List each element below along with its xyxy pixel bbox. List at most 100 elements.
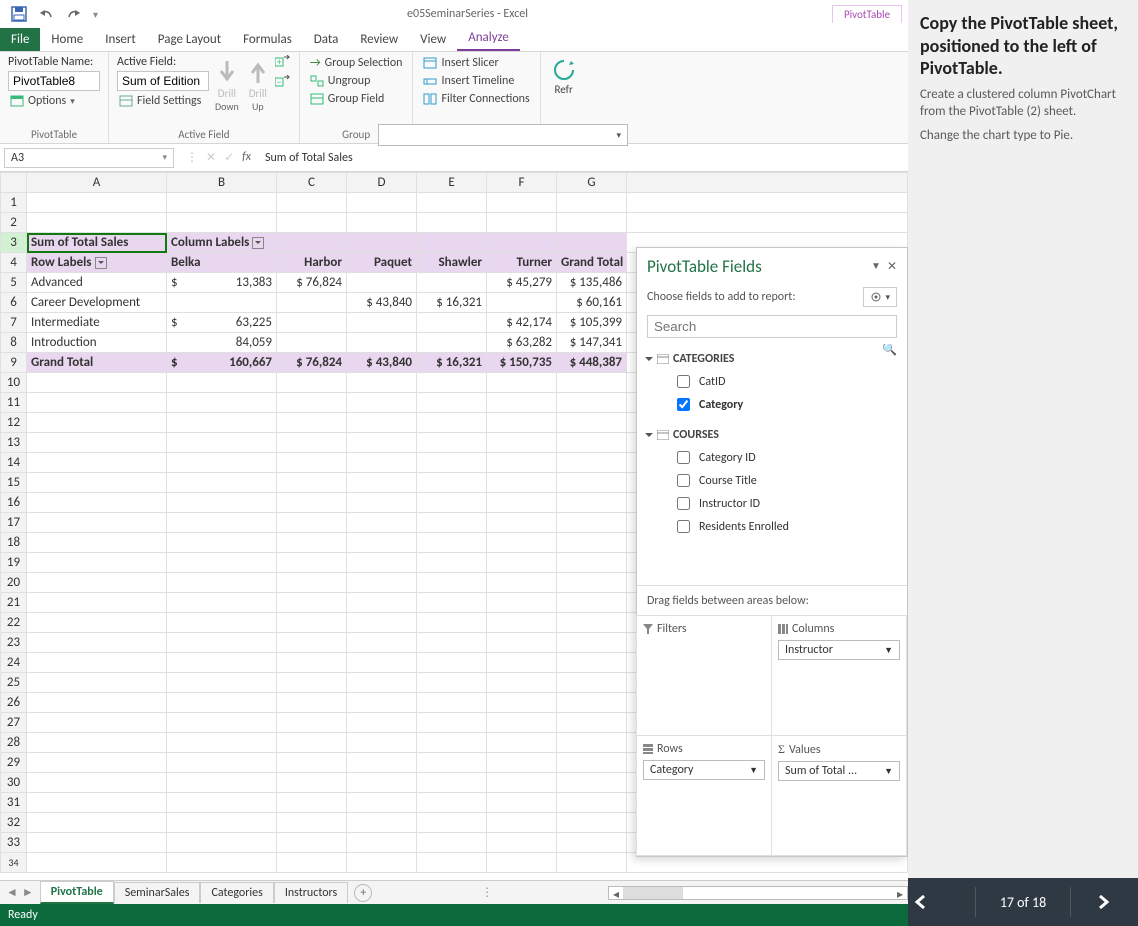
tab-file[interactable]: File	[0, 28, 40, 51]
cell[interactable]: 84,059	[167, 333, 277, 353]
cell[interactable]: $ 60,161	[557, 293, 627, 313]
cell[interactable]: $63,225	[167, 313, 277, 333]
cell[interactable]: Turner	[487, 253, 557, 273]
field-category-label[interactable]: Category	[699, 398, 743, 412]
row-header[interactable]: 13	[1, 433, 27, 453]
undo-icon[interactable]	[37, 7, 55, 21]
col-header-E[interactable]: E	[417, 173, 487, 193]
tab-data[interactable]: Data	[303, 28, 350, 51]
cell[interactable]	[487, 293, 557, 313]
row-header[interactable]: 14	[1, 453, 27, 473]
cell[interactable]	[277, 333, 347, 353]
cell[interactable]: $13,383	[167, 273, 277, 293]
row-labels-filter-icon[interactable]	[95, 257, 107, 269]
row-header[interactable]: 9	[1, 353, 27, 373]
rows-area[interactable]: Rows Category▼	[636, 735, 772, 856]
save-icon[interactable]	[11, 6, 27, 22]
cell[interactable]: Grand Total	[27, 353, 167, 373]
ribbon-dropdown[interactable]: ▾	[378, 124, 628, 146]
row-header[interactable]: 28	[1, 733, 27, 753]
col-header-B[interactable]: B	[167, 173, 277, 193]
row-header[interactable]: 8	[1, 333, 27, 353]
fx-icon[interactable]: fx	[242, 150, 251, 165]
row-header[interactable]: 34	[1, 853, 27, 873]
row-header[interactable]: 20	[1, 573, 27, 593]
field-category-checkbox[interactable]	[677, 398, 690, 411]
ungroup-button[interactable]: Ungroup	[308, 73, 405, 89]
redo-icon[interactable]	[65, 7, 83, 21]
insert-timeline-button[interactable]: Insert Timeline	[421, 73, 531, 89]
sheet-nav-prev-icon[interactable]: ◄	[6, 885, 18, 900]
cell[interactable]	[347, 313, 417, 333]
group-field-button[interactable]: Group Field	[308, 91, 405, 107]
function-tree-icon[interactable]: ⋮	[186, 150, 198, 165]
row-header[interactable]: 19	[1, 553, 27, 573]
columns-chip-instructor[interactable]: Instructor▼	[778, 640, 900, 660]
cell[interactable]	[347, 333, 417, 353]
options-button[interactable]: Options▾	[8, 93, 100, 109]
pivottable-name-input[interactable]	[8, 71, 100, 91]
cell[interactable]: $ 76,824	[277, 273, 347, 293]
col-header-F[interactable]: F	[487, 173, 557, 193]
field-residents-checkbox[interactable]	[677, 520, 690, 533]
cell[interactable]: $ 135,486	[557, 273, 627, 293]
tab-view[interactable]: View	[409, 28, 457, 51]
cell[interactable]: $ 448,387	[557, 353, 627, 373]
row-header[interactable]: 16	[1, 493, 27, 513]
row-header[interactable]: 10	[1, 373, 27, 393]
row-header[interactable]: 31	[1, 793, 27, 813]
cell[interactable]: $ 43,840	[347, 353, 417, 373]
tab-page-layout[interactable]: Page Layout	[147, 28, 232, 51]
sheet-tab-pivottable[interactable]: PivotTable	[40, 881, 114, 904]
col-header-D[interactable]: D	[347, 173, 417, 193]
col-header-C[interactable]: C	[277, 173, 347, 193]
field-instructorid-checkbox[interactable]	[677, 497, 690, 510]
values-chip-sumtotal[interactable]: Sum of Total ...▼	[778, 761, 900, 781]
enter-formula-icon[interactable]: ✓	[224, 150, 234, 165]
row-header[interactable]: 27	[1, 713, 27, 733]
row-header[interactable]: 6	[1, 293, 27, 313]
cell[interactable]: Introduction	[27, 333, 167, 353]
cell[interactable]: $ 43,840	[347, 293, 417, 313]
sheet-tab-categories[interactable]: Categories	[200, 882, 273, 903]
field-coursetitle-checkbox[interactable]	[677, 474, 690, 487]
row-header[interactable]: 22	[1, 613, 27, 633]
filter-connections-button[interactable]: Filter Connections	[421, 91, 531, 107]
cell[interactable]	[277, 293, 347, 313]
row-header[interactable]: 29	[1, 753, 27, 773]
pivottable-fields-pane[interactable]: PivotTable Fields ▼ ✕ Choose fields to a…	[636, 247, 908, 857]
table-categories[interactable]: CATEGORIES	[645, 352, 899, 366]
drill-down-button[interactable]: Drill Down	[213, 55, 241, 115]
row-header[interactable]: 3	[1, 233, 27, 253]
refresh-button[interactable]: Refr	[549, 55, 579, 98]
tab-review[interactable]: Review	[349, 28, 409, 51]
cell[interactable]	[417, 313, 487, 333]
field-coursetitle-label[interactable]: Course Title	[699, 474, 757, 488]
row-header[interactable]: 21	[1, 593, 27, 613]
field-instructorid-label[interactable]: Instructor ID	[699, 497, 760, 511]
row-header[interactable]: 2	[1, 213, 27, 233]
tab-formulas[interactable]: Formulas	[232, 28, 303, 51]
row-header[interactable]: 1	[1, 193, 27, 213]
row-header[interactable]: 5	[1, 273, 27, 293]
cell[interactable]: Intermediate	[27, 313, 167, 333]
group-selection-button[interactable]: →Group Selection	[308, 55, 405, 71]
row-header[interactable]: 25	[1, 673, 27, 693]
field-catid-label[interactable]: CatID	[699, 375, 725, 389]
cell[interactable]: Belka	[167, 253, 277, 273]
cell[interactable]: Harbor	[277, 253, 347, 273]
col-header-G[interactable]: G	[557, 173, 627, 193]
field-categoryid-label[interactable]: Category ID	[699, 451, 756, 465]
sheet-tab-instructors[interactable]: Instructors	[274, 882, 348, 903]
row-header[interactable]: 24	[1, 653, 27, 673]
tab-analyze[interactable]: Analyze	[457, 26, 520, 51]
fields-pane-dropdown-icon[interactable]: ▼	[871, 259, 881, 274]
rows-chip-category[interactable]: Category▼	[643, 760, 765, 780]
cell[interactable]: Paquet	[347, 253, 417, 273]
row-header[interactable]: 11	[1, 393, 27, 413]
row-header[interactable]: 23	[1, 633, 27, 653]
row-header[interactable]: 32	[1, 813, 27, 833]
cancel-formula-icon[interactable]: ✕	[206, 150, 216, 165]
insert-slicer-button[interactable]: Insert Slicer	[421, 55, 531, 71]
column-labels-filter-icon[interactable]	[252, 237, 264, 249]
